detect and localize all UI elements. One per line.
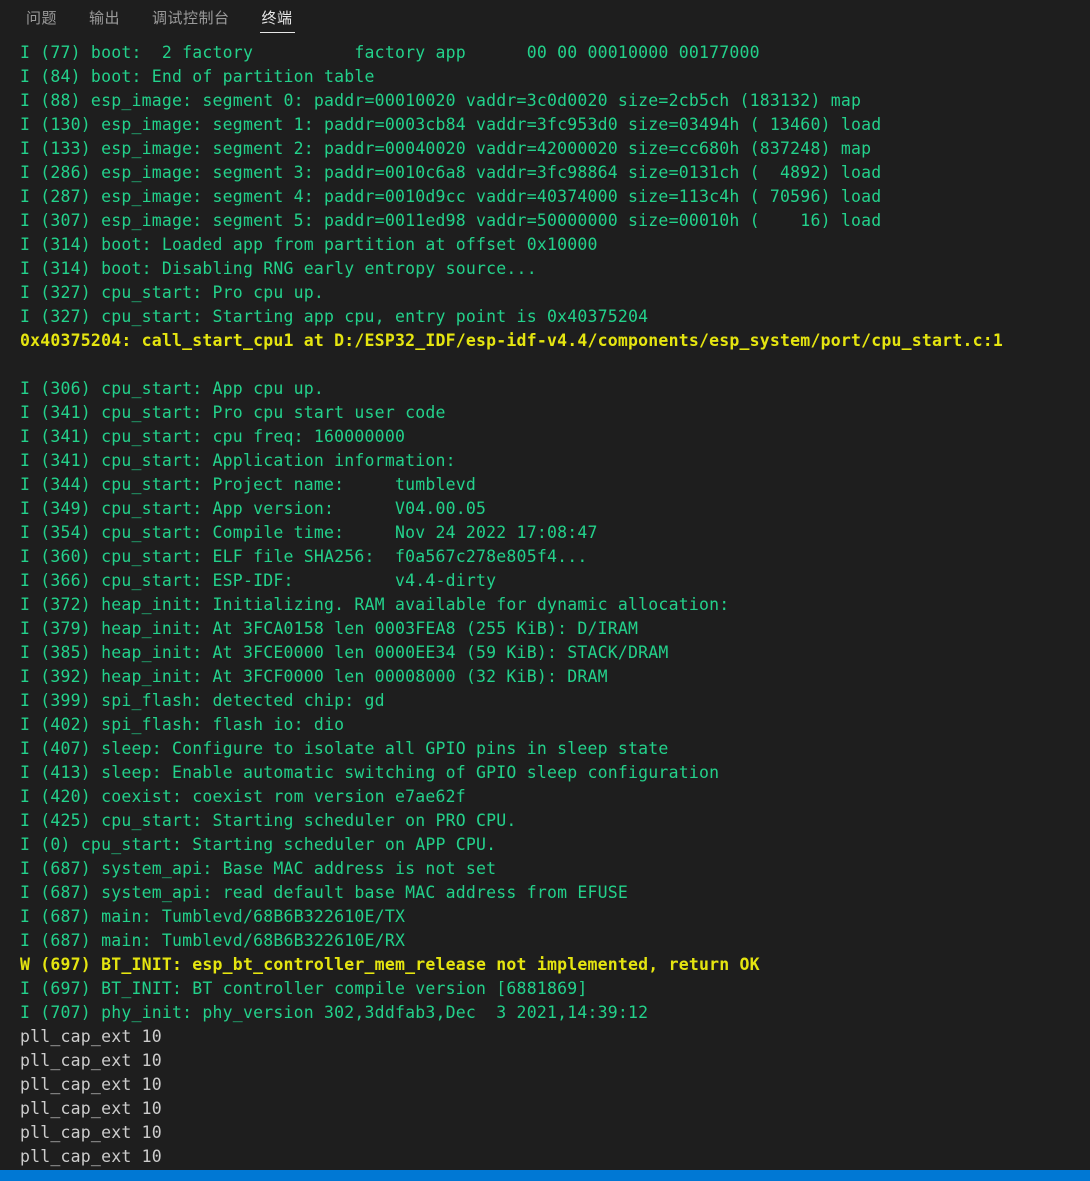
terminal-line: I (341) cpu_start: Application informati… <box>20 451 456 470</box>
terminal-line: I (341) cpu_start: Pro cpu start user co… <box>20 403 446 422</box>
terminal-line: pll_cap_ext 10 <box>20 1051 162 1070</box>
terminal-line: I (344) cpu_start: Project name: tumblev… <box>20 475 477 494</box>
terminal-line: I (286) esp_image: segment 3: paddr=0010… <box>20 163 882 182</box>
terminal-line: I (385) heap_init: At 3FCE0000 len 0000E… <box>20 643 669 662</box>
editor-panel: 问题 输出 调试控制台 终端 I (77) boot: 2 factory facto… <box>0 0 1090 1181</box>
terminal-output-pane[interactable]: I (77) boot: 2 factory factory app 00 00… <box>0 35 1090 1170</box>
terminal-line: I (133) esp_image: segment 2: paddr=0004… <box>20 139 872 158</box>
terminal-line: I (314) boot: Disabling RNG early entrop… <box>20 259 537 278</box>
terminal-line: W (697) BT_INIT: esp_bt_controller_mem_r… <box>20 955 760 974</box>
terminal-line: 0x40375204: call_start_cpu1 at D:/ESP32_… <box>20 331 1003 350</box>
tab-problems[interactable]: 问题 <box>16 0 67 35</box>
terminal-line: I (287) esp_image: segment 4: paddr=0010… <box>20 187 882 206</box>
terminal-line: I (306) cpu_start: App cpu up. <box>20 379 325 398</box>
terminal-line: I (697) BT_INIT: BT controller compile v… <box>20 979 588 998</box>
terminal-line: I (307) esp_image: segment 5: paddr=0011… <box>20 211 882 230</box>
terminal-line: I (407) sleep: Configure to isolate all … <box>20 739 669 758</box>
terminal-line: I (314) boot: Loaded app from partition … <box>20 235 598 254</box>
terminal-line: I (77) boot: 2 factory factory app 00 00… <box>20 43 760 62</box>
tab-debug-console[interactable]: 调试控制台 <box>142 0 240 35</box>
terminal-line: I (413) sleep: Enable automatic switchin… <box>20 763 720 782</box>
terminal-line: I (420) coexist: coexist rom version e7a… <box>20 787 466 806</box>
terminal-line: I (366) cpu_start: ESP-IDF: v4.4-dirty <box>20 571 497 590</box>
terminal-line: I (687) system_api: read default base MA… <box>20 883 629 902</box>
status-bar[interactable] <box>0 1170 1090 1181</box>
terminal-line: pll_cap_ext 10 <box>20 1099 162 1118</box>
terminal-line: I (88) esp_image: segment 0: paddr=00010… <box>20 91 862 110</box>
terminal-line: I (425) cpu_start: Starting scheduler on… <box>20 811 517 830</box>
terminal-line: I (327) cpu_start: Starting app cpu, ent… <box>20 307 649 326</box>
terminal-line: I (327) cpu_start: Pro cpu up. <box>20 283 325 302</box>
panel-tab-bar: 问题 输出 调试控制台 终端 <box>0 0 1090 35</box>
terminal-line: I (341) cpu_start: cpu freq: 160000000 <box>20 427 406 446</box>
active-tab-underline <box>259 32 295 33</box>
terminal-line: I (130) esp_image: segment 1: paddr=0003… <box>20 115 882 134</box>
panel-tab-label: 问题 <box>26 9 58 27</box>
terminal-line: I (360) cpu_start: ELF file SHA256: f0a5… <box>20 547 588 566</box>
terminal-line: I (687) system_api: Base MAC address is … <box>20 859 497 878</box>
panel-tab-label: 输出 <box>89 9 121 27</box>
tab-output[interactable]: 输出 <box>79 0 130 35</box>
panel-tab-label: 调试控制台 <box>152 9 230 27</box>
terminal-line: I (687) main: Tumblevd/68B6B322610E/RX <box>20 931 406 950</box>
terminal-line: pll_cap_ext 10 <box>20 1075 162 1094</box>
terminal-line: I (0) cpu_start: Starting scheduler on A… <box>20 835 497 854</box>
terminal-line: pll_cap_ext 10 <box>20 1123 162 1142</box>
terminal-line: I (379) heap_init: At 3FCA0158 len 0003F… <box>20 619 639 638</box>
tab-terminal[interactable]: 终端 <box>252 0 303 35</box>
terminal-line: I (372) heap_init: Initializing. RAM ava… <box>20 595 730 614</box>
terminal-line: pll_cap_ext 10 <box>20 1147 162 1166</box>
terminal-line: I (399) spi_flash: detected chip: gd <box>20 691 385 710</box>
terminal-line: I (354) cpu_start: Compile time: Nov 24 … <box>20 523 598 542</box>
terminal-line: I (349) cpu_start: App version: V04.00.0… <box>20 499 487 518</box>
panel-tab-label: 终端 <box>261 9 293 27</box>
terminal-line: I (687) main: Tumblevd/68B6B322610E/TX <box>20 907 406 926</box>
terminal-line: pll_cap_ext 10 <box>20 1027 162 1046</box>
terminal-line: I (392) heap_init: At 3FCF0000 len 00008… <box>20 667 608 686</box>
terminal-line: I (707) phy_init: phy_version 302,3ddfab… <box>20 1003 649 1022</box>
terminal-line-list: I (77) boot: 2 factory factory app 00 00… <box>20 41 1090 1169</box>
terminal-line: I (84) boot: End of partition table <box>20 67 375 86</box>
terminal-line: I (402) spi_flash: flash io: dio <box>20 715 345 734</box>
